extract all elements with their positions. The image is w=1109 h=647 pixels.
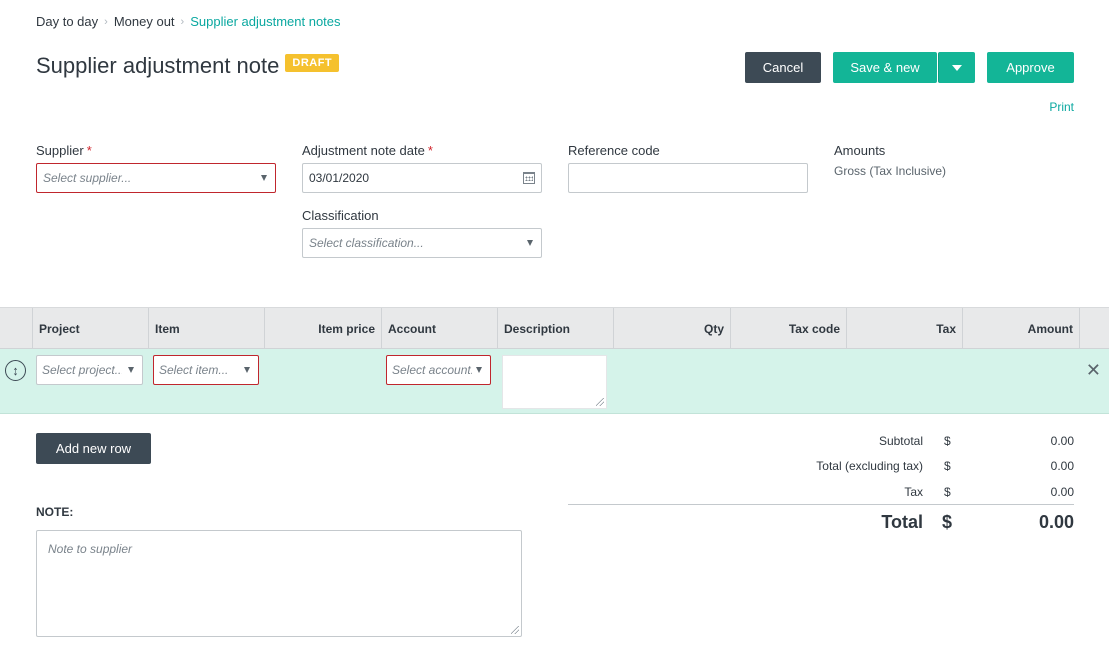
calendar-icon[interactable]	[523, 172, 535, 184]
adjustment-date-field[interactable]: 03/01/2020	[302, 163, 542, 193]
subtotal-label: Subtotal	[878, 434, 923, 448]
column-header-tax-code: Tax code	[730, 308, 846, 349]
line-items-header: Project Item Item price Account Descript…	[0, 307, 1109, 349]
breadcrumb-supplier-adjustment-notes[interactable]: Supplier adjustment notes	[190, 14, 340, 29]
supplier-label: Supplier *	[36, 143, 92, 158]
classification-select[interactable]: Select classification...	[302, 228, 542, 258]
breadcrumb: Day to day › Money out › Supplier adjust…	[36, 14, 341, 29]
page-title-text: Supplier adjustment note	[36, 53, 280, 78]
save-options-dropdown-button[interactable]	[938, 52, 975, 83]
subtotal-value: 0.00	[1050, 434, 1074, 448]
column-header-item-price: Item price	[264, 308, 381, 349]
column-header-account: Account	[381, 308, 497, 349]
breadcrumb-money-out[interactable]: Money out	[114, 14, 175, 29]
date-label: Adjustment note date *	[302, 143, 433, 158]
status-badge: DRAFT	[285, 54, 340, 72]
required-marker: *	[427, 143, 433, 158]
date-label-text: Adjustment note date	[302, 143, 425, 158]
column-header-amount: Amount	[962, 308, 1079, 349]
total-excluding-tax-value: 0.00	[1050, 459, 1074, 473]
dropdown-arrow-icon	[476, 367, 482, 373]
total-currency: $	[942, 512, 953, 532]
total-excluding-tax-label: Total (excluding tax)	[816, 459, 923, 473]
note-textarea[interactable]: Note to supplier	[36, 530, 522, 637]
drag-reorder-icon[interactable]: ↕	[5, 360, 26, 381]
subtotal-currency: $	[944, 434, 951, 448]
cancel-button[interactable]: Cancel	[745, 52, 821, 83]
note-label: NOTE:	[36, 505, 74, 519]
row-account-select[interactable]: Select account...	[386, 355, 491, 385]
totals-divider	[568, 504, 1074, 505]
classification-label: Classification	[302, 208, 379, 223]
adjustment-date-value: 03/01/2020	[309, 171, 370, 185]
page-title: Supplier adjustment note DRAFT	[36, 53, 340, 79]
save-and-new-button[interactable]: Save & new	[833, 52, 937, 83]
caret-down-icon	[952, 64, 962, 71]
dropdown-arrow-icon	[527, 240, 533, 246]
print-link[interactable]: Print	[1049, 100, 1074, 114]
table-row: ↕ Select project... Select item... Selec…	[0, 349, 1109, 414]
remove-row-icon[interactable]: ✕	[1086, 361, 1101, 379]
row-project-placeholder: Select project...	[42, 363, 122, 377]
dropdown-arrow-icon	[261, 175, 267, 181]
column-header-item: Item	[148, 308, 264, 349]
column-header-tax: Tax	[846, 308, 962, 349]
resize-grip-icon[interactable]	[596, 398, 604, 406]
reference-code-label: Reference code	[568, 143, 660, 158]
tax-value: 0.00	[1050, 485, 1074, 499]
add-new-row-button[interactable]: Add new row	[36, 433, 151, 464]
required-marker: *	[86, 143, 92, 158]
amounts-value: Gross (Tax Inclusive)	[834, 164, 947, 178]
row-project-select[interactable]: Select project...	[36, 355, 143, 385]
column-header-project: Project	[32, 308, 148, 349]
breadcrumb-day-to-day[interactable]: Day to day	[36, 14, 98, 29]
tax-currency: $	[944, 485, 951, 499]
classification-placeholder: Select classification...	[309, 236, 424, 250]
row-account-placeholder: Select account...	[392, 363, 472, 377]
dropdown-arrow-icon	[128, 367, 134, 373]
column-header-actions	[1079, 308, 1109, 349]
total-label: Total	[881, 512, 923, 532]
total-excluding-tax-currency: $	[944, 459, 951, 473]
row-item-select[interactable]: Select item...	[153, 355, 259, 385]
column-header-description: Description	[497, 308, 613, 349]
supplier-label-text: Supplier	[36, 143, 84, 158]
tax-label: Tax	[904, 485, 923, 499]
row-description-textarea[interactable]	[502, 355, 607, 409]
reference-code-input[interactable]	[568, 163, 808, 193]
supplier-placeholder: Select supplier...	[43, 171, 132, 185]
note-placeholder: Note to supplier	[48, 542, 133, 556]
amounts-label: Amounts	[834, 143, 886, 158]
breadcrumb-separator-icon: ›	[104, 15, 108, 28]
breadcrumb-separator-icon: ›	[180, 15, 185, 28]
total-value: 0.00	[1038, 512, 1074, 532]
supplier-select[interactable]: Select supplier...	[36, 163, 276, 193]
column-header-qty: Qty	[613, 308, 730, 349]
row-item-placeholder: Select item...	[159, 363, 229, 377]
approve-button[interactable]: Approve	[987, 52, 1074, 83]
dropdown-arrow-icon	[244, 367, 250, 373]
resize-grip-icon[interactable]	[511, 626, 519, 634]
